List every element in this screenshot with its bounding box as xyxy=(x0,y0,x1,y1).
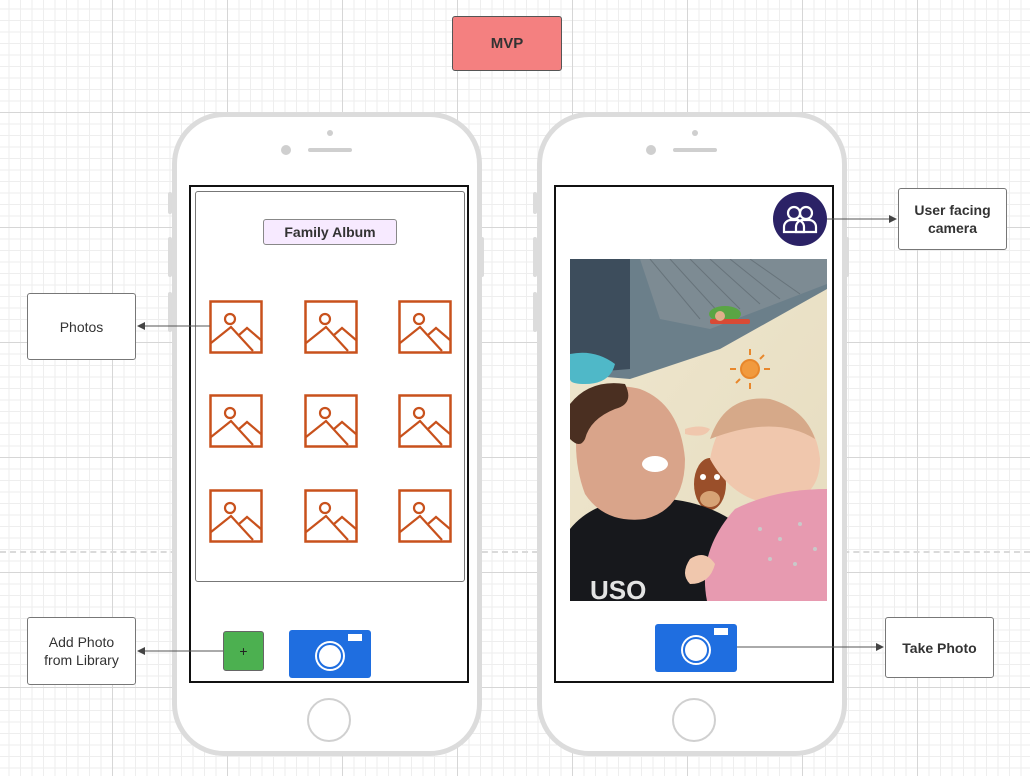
image-placeholder-icon[interactable] xyxy=(209,489,263,543)
home-button[interactable] xyxy=(307,698,351,742)
image-placeholder-icon[interactable] xyxy=(398,489,452,543)
front-camera xyxy=(281,145,291,155)
album-title: Family Album xyxy=(263,219,397,245)
speaker-grille xyxy=(308,148,352,152)
home-button[interactable] xyxy=(672,698,716,742)
camera-icon[interactable] xyxy=(289,630,371,678)
users-icon[interactable] xyxy=(773,192,827,246)
image-placeholder-icon[interactable] xyxy=(209,300,263,354)
sensor-dot xyxy=(692,130,698,136)
phone-side-button xyxy=(168,192,172,214)
image-placeholder-icon[interactable] xyxy=(398,394,452,448)
phone-side-button xyxy=(533,192,537,214)
image-placeholder-icon[interactable] xyxy=(209,394,263,448)
camera-preview-photo: USO xyxy=(570,259,827,601)
image-placeholder-icon[interactable] xyxy=(398,300,452,354)
phone-side-button xyxy=(480,237,484,277)
phone-side-button xyxy=(168,292,172,332)
image-placeholder-icon[interactable] xyxy=(304,300,358,354)
callout-photos: Photos xyxy=(27,293,136,360)
image-placeholder-icon[interactable] xyxy=(304,489,358,543)
camera-icon[interactable] xyxy=(655,624,737,672)
phone-side-button xyxy=(533,237,537,277)
callout-take-photo: Take Photo xyxy=(885,617,994,678)
phone-side-button xyxy=(533,292,537,332)
svg-text:USO: USO xyxy=(590,575,646,601)
image-placeholder-icon[interactable] xyxy=(304,394,358,448)
front-camera xyxy=(646,145,656,155)
connector-lines xyxy=(137,215,897,655)
callout-user-facing-camera: User facing camera xyxy=(898,188,1007,250)
sensor-dot xyxy=(327,130,333,136)
phone-side-button xyxy=(168,237,172,277)
phone-side-button xyxy=(845,237,849,277)
section-divider xyxy=(0,551,1030,553)
mvp-label: MVP xyxy=(452,16,562,71)
callout-add-photo: Add Photo from Library xyxy=(27,617,136,685)
speaker-grille xyxy=(673,148,717,152)
add-photo-button[interactable]: + xyxy=(223,631,264,671)
